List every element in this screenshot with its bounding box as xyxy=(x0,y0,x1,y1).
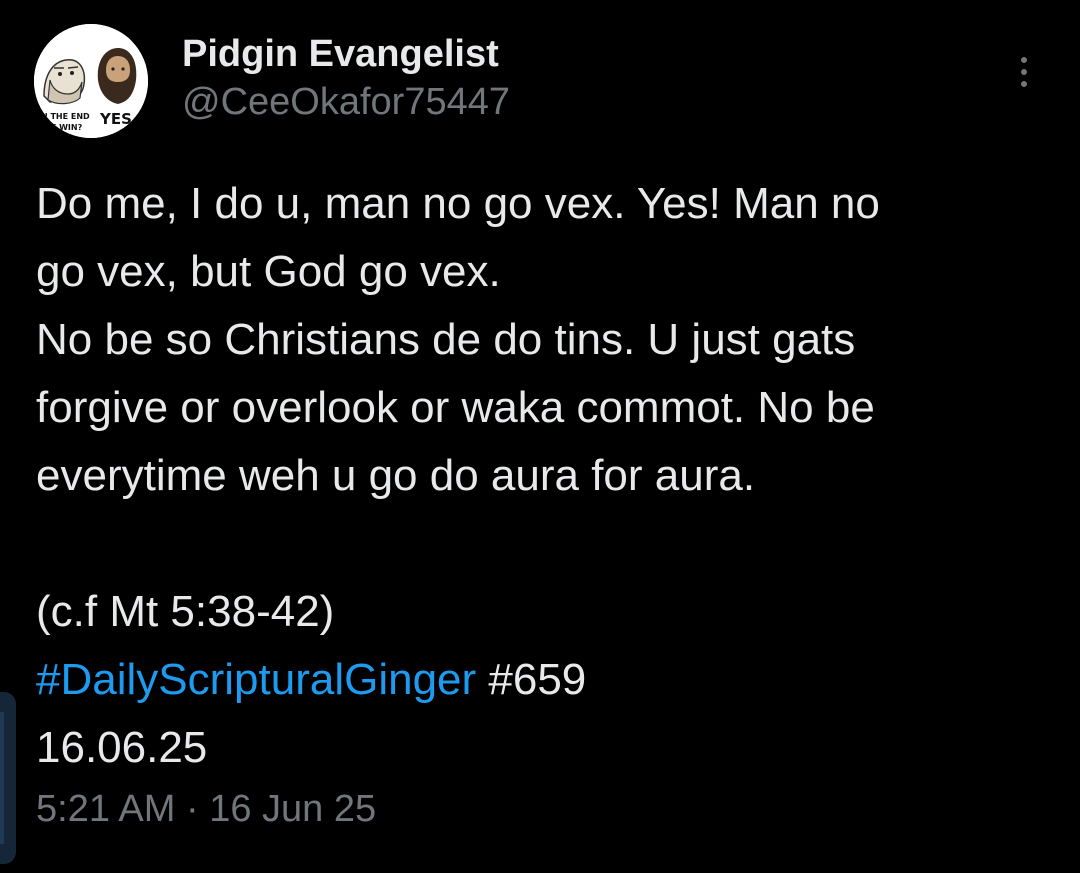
hashtag-link[interactable]: #DailyScripturalGinger xyxy=(36,655,476,704)
tweet-text: Do me, I do u, man no go vex. Yes! Man n… xyxy=(36,170,1046,782)
edge-handle-bar xyxy=(0,712,4,844)
tweet: IN THE END WE WIN? YES Pidgin Evangelist… xyxy=(0,0,1080,873)
svg-text:IN THE END: IN THE END xyxy=(38,112,90,121)
svg-text:WE WIN?: WE WIN? xyxy=(42,123,83,132)
avatar-image: IN THE END WE WIN? YES xyxy=(34,24,148,138)
avatar[interactable]: IN THE END WE WIN? YES xyxy=(34,24,148,138)
hashtag-line: #DailyScripturalGinger #659 xyxy=(36,646,1046,714)
author-info: Pidgin Evangelist @CeeOkafor75447 xyxy=(182,32,510,124)
tweet-timestamp[interactable]: 5:21 AM · 16 Jun 25 xyxy=(36,786,376,832)
scripture-reference: (c.f Mt 5:38-42) xyxy=(36,587,335,636)
tweet-text-line: go vex, but God go vex. xyxy=(36,247,501,296)
tweet-text-line: Do me, I do u, man no go vex. Yes! Man n… xyxy=(36,179,880,228)
tweet-text-line: No be so Christians de do tins. U just g… xyxy=(36,315,856,364)
side-edge-handle[interactable] xyxy=(0,692,16,864)
hashtag-suffix: #659 xyxy=(476,655,587,704)
tweet-text-line: forgive or overlook or waka commot. No b… xyxy=(36,383,875,432)
more-options-button[interactable] xyxy=(1004,46,1044,98)
tweet-text-line: everytime weh u go do aura for aura. xyxy=(36,451,756,500)
more-vertical-icon xyxy=(1021,57,1027,87)
svg-text:YES: YES xyxy=(99,110,132,128)
display-name[interactable]: Pidgin Evangelist xyxy=(182,32,510,76)
user-handle[interactable]: @CeeOkafor75447 xyxy=(182,80,510,124)
date-line: 16.06.25 xyxy=(36,723,208,772)
